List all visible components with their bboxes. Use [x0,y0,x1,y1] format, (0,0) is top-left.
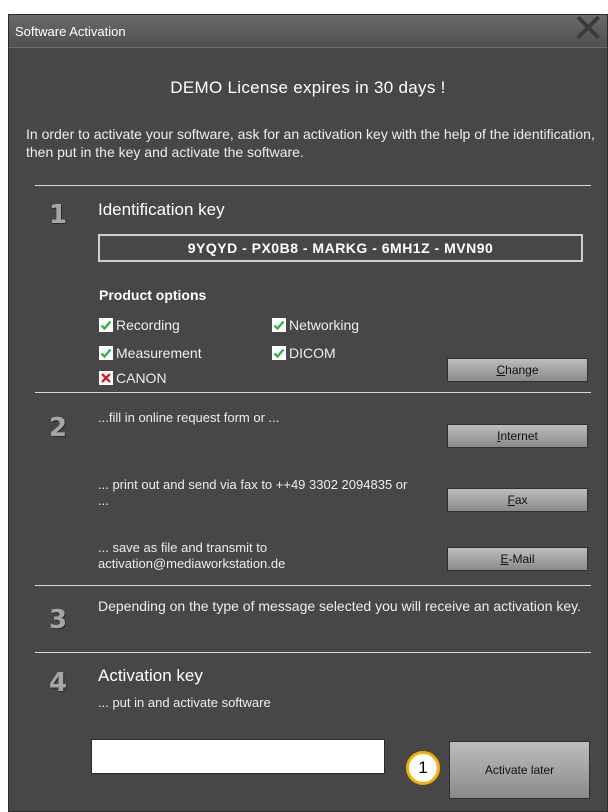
fax-label: ax [514,493,528,507]
step-3-number: 3 [49,605,68,635]
change-label: hange [505,363,539,377]
email-text: ... save as file and transmit to activat… [98,540,286,571]
activation-key-heading: Activation key [98,666,203,685]
option-label: DICOM [289,345,336,361]
change-mnemonic: C [496,363,506,377]
activation-window: Software Activation ✕ DEMO License expir… [8,9,608,812]
cross-icon [99,371,113,385]
option-measurement: Measurement [99,345,202,361]
option-label: Networking [289,317,360,333]
license-headline: DEMO License expires in 30 days ! [170,78,446,97]
title-bar: Software Activation ✕ [9,9,607,49]
option-label: CANON [116,370,167,386]
checkmark-icon [272,346,286,360]
step-3-text: Depending on the type of message selecte… [98,598,582,614]
checkmark-icon [99,346,113,360]
fax-text: ... print out and send via fax to ++49 3… [98,477,408,508]
divider [35,392,591,393]
divider [35,652,591,653]
option-dicom: DICOM [272,345,336,361]
fax-mnemonic: F [507,493,515,507]
option-label: Measurement [116,345,202,361]
activate-later-button[interactable]: Activate later [449,741,590,799]
option-canon: CANON [99,370,167,386]
checkmark-icon [99,318,113,332]
fax-button[interactable]: Fax [447,488,588,512]
option-label: Recording [116,317,180,333]
identification-key-heading: Identification key [98,200,225,219]
divider [35,585,591,586]
close-icon[interactable]: ✕ [571,9,605,49]
window-title: Software Activation [15,24,126,39]
activation-key-input[interactable] [91,739,385,774]
step-1-number: 1 [49,200,68,230]
email-button[interactable]: E-Mail [447,547,588,571]
option-networking: Networking [272,317,359,333]
product-options-title: Product options [99,287,207,303]
internet-button[interactable]: Internet [447,424,588,448]
checkmark-icon [272,318,286,332]
email-mnemonic: E [500,552,509,566]
change-button[interactable]: Change [447,358,588,382]
divider [35,185,591,186]
activation-subtext: ... put in and activate software [98,695,271,710]
identification-key-field: 9YQYD - PX0B8 - MARKG - 6MH1Z - MVN90 [98,234,583,262]
step-4-number: 4 [49,668,68,698]
option-recording: Recording [99,317,180,333]
intro-text: In order to activate your software, ask … [26,126,595,160]
callout-badge: 1 [406,751,440,785]
online-request-text: ...fill in online request form or ... [98,410,280,425]
internet-label: nternet [500,429,538,443]
step-2-number: 2 [49,413,68,443]
email-label: -Mail [508,552,535,566]
